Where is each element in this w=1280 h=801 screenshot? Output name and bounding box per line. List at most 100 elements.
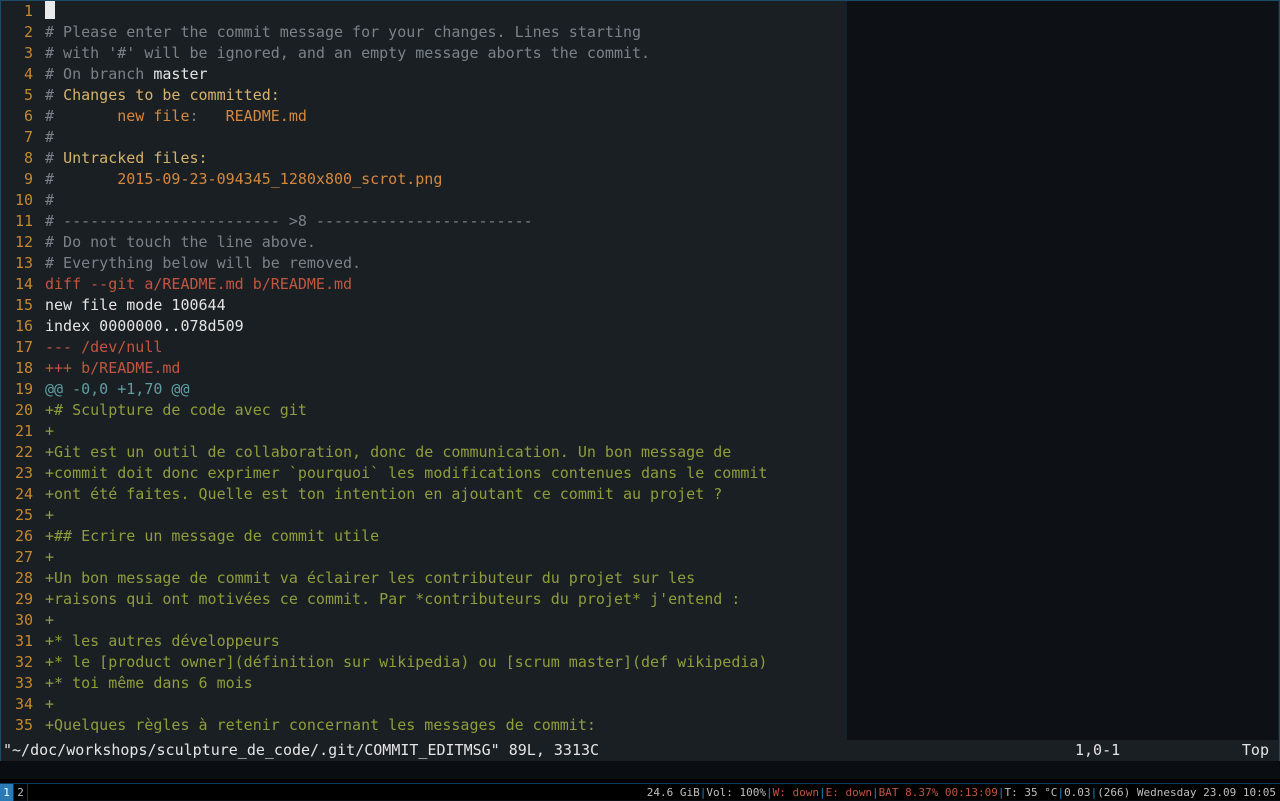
code-line[interactable]: +* toi même dans 6 mois — [45, 673, 1279, 694]
code-segment: +++ b/README.md — [45, 359, 180, 377]
line-number: 21 — [1, 421, 33, 442]
code-segment: # — [45, 86, 63, 104]
line-number: 3 — [1, 43, 33, 64]
code-line[interactable]: # — [45, 190, 1279, 211]
vim-file-info: "~/doc/workshops/sculpture_de_code/.git/… — [1, 740, 599, 761]
line-number: 15 — [1, 295, 33, 316]
line-number: 17 — [1, 337, 33, 358]
code-line[interactable]: # Do not touch the line above. — [45, 232, 1279, 253]
code-line[interactable]: --- /dev/null — [45, 337, 1279, 358]
line-number: 30 — [1, 610, 33, 631]
line-number: 34 — [1, 694, 33, 715]
line-number: 31 — [1, 631, 33, 652]
line-number: 24 — [1, 484, 33, 505]
status-right: 24.6 GiB|Vol: 100%|W: down|E: down|BAT 8… — [647, 784, 1280, 800]
code-line[interactable]: + — [45, 694, 1279, 715]
line-number: 19 — [1, 379, 33, 400]
code-line[interactable]: +# Sculpture de code avec git — [45, 400, 1279, 421]
code-segment: +* les autres développeurs — [45, 632, 280, 650]
code-line[interactable]: + — [45, 547, 1279, 568]
code-line[interactable]: + — [45, 610, 1279, 631]
code-line[interactable]: @@ -0,0 +1,70 @@ — [45, 379, 1279, 400]
code-line[interactable]: + — [45, 505, 1279, 526]
code-line[interactable] — [45, 1, 1279, 22]
status-wlan: W: down — [773, 786, 819, 799]
workspace-tag[interactable]: 2 — [14, 784, 28, 801]
code-segment: Untracked files: — [63, 149, 208, 167]
code-line[interactable]: # with '#' will be ignored, and an empty… — [45, 43, 1279, 64]
code-segment: +* toi même dans 6 mois — [45, 674, 253, 692]
code-segment: Changes to be committed: — [63, 86, 280, 104]
line-number: 10 — [1, 190, 33, 211]
code-segment: : — [190, 107, 226, 125]
code-segment: new file mode 100644 — [45, 296, 226, 314]
code-segment: + — [45, 506, 54, 524]
code-line[interactable]: diff --git a/README.md b/README.md — [45, 274, 1279, 295]
code-line[interactable]: # — [45, 127, 1279, 148]
line-number: 14 — [1, 274, 33, 295]
code-line[interactable]: # ------------------------ >8 ----------… — [45, 211, 1279, 232]
line-number: 29 — [1, 589, 33, 610]
code-segment: +Git est un outil de collaboration, donc… — [45, 443, 731, 461]
code-line[interactable]: +Quelques règles à retenir concernant le… — [45, 715, 1279, 736]
line-number: 26 — [1, 526, 33, 547]
code-segment: @@ -0,0 +1,70 @@ — [45, 380, 190, 398]
code-line[interactable]: # Untracked files: — [45, 148, 1279, 169]
line-number: 22 — [1, 442, 33, 463]
code-line[interactable]: +## Ecrire un message de commit utile — [45, 526, 1279, 547]
code-segment: +* le [product owner](définition sur wik… — [45, 653, 767, 671]
line-number: 18 — [1, 358, 33, 379]
line-number: 12 — [1, 232, 33, 253]
code-line[interactable]: +commit doit donc exprimer `pourquoi` le… — [45, 463, 1279, 484]
line-number: 33 — [1, 673, 33, 694]
workspace-tag[interactable]: 1 — [0, 784, 14, 801]
code-segment: # Do not touch the line above. — [45, 233, 316, 251]
line-number: 20 — [1, 400, 33, 421]
code-line[interactable]: index 0000000..078d509 — [45, 316, 1279, 337]
code-line[interactable]: +raisons qui ont motivées ce commit. Par… — [45, 589, 1279, 610]
code-segment: diff --git a/README.md b/README.md — [45, 275, 352, 293]
status-bat: BAT 8.37% 00:13:09 — [879, 786, 998, 799]
code-line[interactable]: # new file: README.md — [45, 106, 1279, 127]
line-number: 23 — [1, 463, 33, 484]
code-segment: + — [45, 548, 54, 566]
status-disk: 24.6 GiB — [647, 786, 700, 799]
code-segment: +raisons qui ont motivées ce commit. Par… — [45, 590, 740, 608]
vim-cursor-pos: 1,0-1 — [1075, 740, 1215, 761]
line-number: 6 — [1, 106, 33, 127]
code-line[interactable]: # Please enter the commit message for yo… — [45, 22, 1279, 43]
line-number: 9 — [1, 169, 33, 190]
code-line[interactable]: # Changes to be committed: — [45, 85, 1279, 106]
code-line[interactable]: +Git est un outil de collaboration, donc… — [45, 442, 1279, 463]
code-segment: # — [45, 149, 63, 167]
line-number: 27 — [1, 547, 33, 568]
editor-buffer[interactable]: # Please enter the commit message for yo… — [45, 1, 1279, 740]
workspace-switcher[interactable]: 12 — [0, 784, 28, 801]
code-line[interactable]: # 2015-09-23-094345_1280x800_scrot.png — [45, 169, 1279, 190]
i3-status-bar: 12 24.6 GiB|Vol: 100%|W: down|E: down|BA… — [0, 783, 1280, 800]
status-eth: E: down — [826, 786, 872, 799]
code-segment: +## Ecrire un message de commit utile — [45, 527, 379, 545]
code-line[interactable]: +ont été faites. Quelle est ton intentio… — [45, 484, 1279, 505]
line-number: 2 — [1, 22, 33, 43]
code-line[interactable]: # On branch master — [45, 64, 1279, 85]
code-segment: # — [45, 170, 117, 188]
code-segment: new file — [117, 107, 189, 125]
vim-editor[interactable]: 1234567891011121314151617181920212223242… — [0, 0, 1280, 761]
code-segment: index 0000000..078d509 — [45, 317, 244, 335]
code-line[interactable]: + — [45, 421, 1279, 442]
code-segment: +Un bon message de commit va éclairer le… — [45, 569, 695, 587]
status-temp: T: 35 °C — [1004, 786, 1057, 799]
code-line[interactable]: new file mode 100644 — [45, 295, 1279, 316]
line-number: 28 — [1, 568, 33, 589]
code-line[interactable]: +Un bon message de commit va éclairer le… — [45, 568, 1279, 589]
code-segment: README.md — [226, 107, 307, 125]
code-line[interactable]: # Everything below will be removed. — [45, 253, 1279, 274]
line-number: 16 — [1, 316, 33, 337]
code-line[interactable]: +* les autres développeurs — [45, 631, 1279, 652]
code-segment: 2015-09-23-094345_1280x800_scrot.png — [117, 170, 442, 188]
status-separator: | — [766, 786, 773, 799]
line-number: 8 — [1, 148, 33, 169]
code-line[interactable]: +* le [product owner](définition sur wik… — [45, 652, 1279, 673]
code-line[interactable]: +++ b/README.md — [45, 358, 1279, 379]
